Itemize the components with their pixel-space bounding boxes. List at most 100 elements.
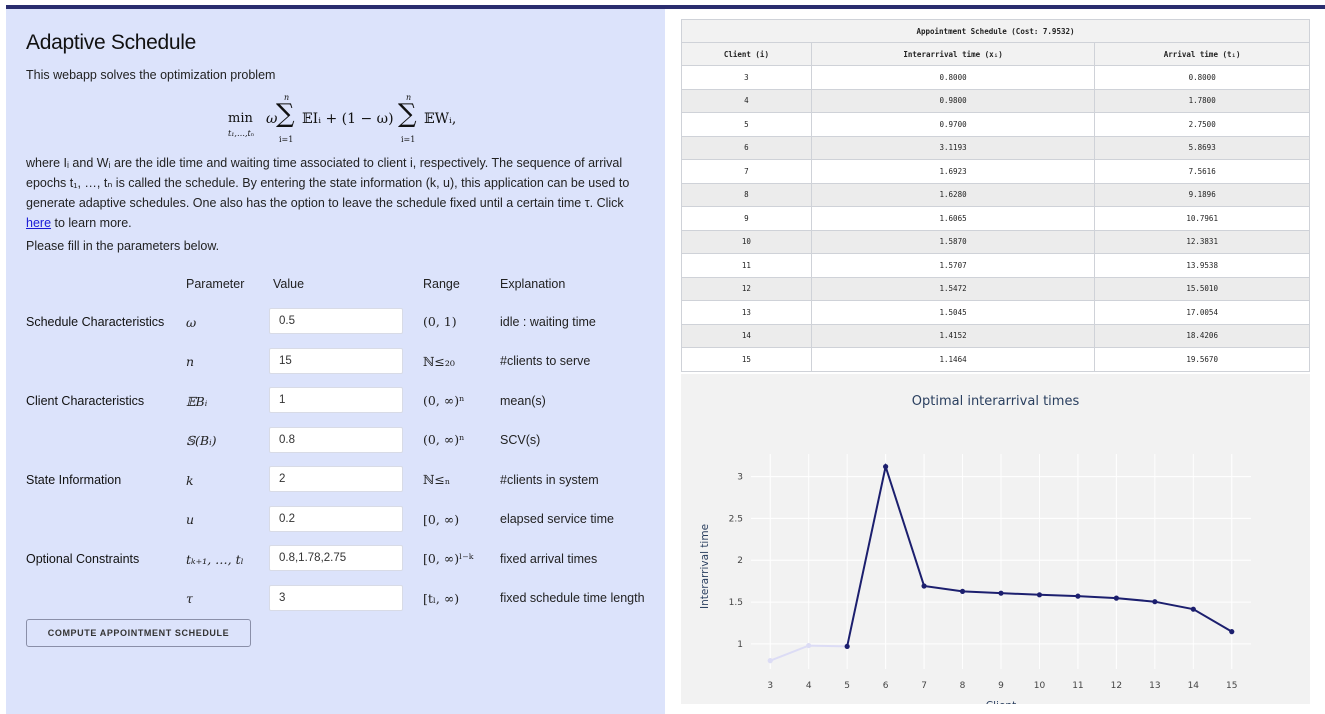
x-tick-label: 5 — [844, 681, 850, 691]
y-axis-label: Interarrival time — [699, 524, 711, 609]
cell-interarrival: 1.1464 — [810, 347, 1096, 372]
column-header-client: Client (i) — [681, 42, 812, 66]
group-state-information: State Information — [26, 473, 122, 487]
param-fixed-times-symbol: tₖ₊₁, …, tₗ — [186, 552, 244, 567]
u-input[interactable] — [269, 506, 403, 532]
cell-arrival: 0.8000 — [1094, 65, 1310, 90]
table-row: 13 1.5045 17.0054 — [681, 300, 1310, 325]
cell-client: 5 — [681, 112, 812, 137]
cell-arrival: 1.7800 — [1094, 88, 1310, 113]
param-mean-symbol: 𝔼Bᵢ — [186, 394, 208, 409]
mean-range: (0, ∞)ⁿ — [423, 393, 465, 408]
data-point — [1075, 593, 1081, 599]
cell-client: 15 — [681, 347, 812, 372]
formula-term2: 𝔼Wᵢ, — [424, 111, 457, 127]
scv-range: (0, ∞)ⁿ — [423, 432, 465, 447]
schedule-table: Appointment Schedule (Cost: 7.9532) Clie… — [681, 19, 1310, 372]
cell-client: 13 — [681, 300, 812, 325]
param-u-symbol: u — [186, 512, 195, 527]
x-tick-label: 11 — [1072, 681, 1083, 691]
intro-text: This webapp solves the optimization prob… — [26, 68, 276, 82]
cell-interarrival: 3.1193 — [810, 135, 1096, 160]
cell-arrival: 15.5010 — [1094, 276, 1310, 301]
formula-min: min — [228, 111, 253, 126]
x-tick-label: 3 — [767, 681, 773, 691]
param-k-symbol: k — [186, 473, 194, 488]
cell-client: 3 — [681, 65, 812, 90]
description-text: where Iᵢ and Wᵢ are the idle time and wa… — [26, 156, 630, 210]
data-point — [844, 643, 850, 650]
fixed-arrival-times-input[interactable] — [269, 545, 403, 571]
cell-arrival: 17.0054 — [1094, 300, 1310, 325]
fill-in-instruction: Please fill in the parameters below. — [26, 239, 220, 253]
x-tick-label: 10 — [1034, 681, 1046, 691]
omega-range: (0, 1) — [423, 314, 457, 329]
scv-explanation: SCV(s) — [500, 433, 541, 447]
cell-client: 6 — [681, 135, 812, 160]
cell-client: 8 — [681, 182, 812, 207]
data-point — [1036, 592, 1043, 598]
cell-interarrival: 0.9800 — [810, 88, 1096, 113]
fixed-data-point — [767, 658, 773, 664]
formula-sum2: ∑ — [398, 99, 417, 129]
cell-arrival: 5.8693 — [1094, 135, 1310, 160]
table-row: 4 0.9800 1.7800 — [681, 88, 1310, 113]
compute-schedule-button[interactable]: COMPUTE APPOINTMENT SCHEDULE — [26, 619, 251, 647]
x-tick-label: 14 — [1188, 681, 1200, 691]
learn-more-link[interactable]: here — [26, 216, 51, 230]
cell-interarrival: 1.5870 — [810, 229, 1096, 254]
x-tick-label: 9 — [998, 681, 1004, 691]
cell-client: 12 — [681, 276, 812, 301]
group-optional-constraints: Optional Constraints — [26, 552, 140, 566]
u-range: [0, ∞) — [423, 512, 460, 527]
group-client-characteristics: Client Characteristics — [26, 394, 145, 408]
table-row: 15 1.1464 19.5670 — [681, 347, 1310, 372]
omega-input[interactable] — [269, 308, 403, 334]
top-accent-bar — [0, 0, 1325, 9]
table-body: 3 0.8000 0.8000 4 0.9800 1.7800 5 0.9700 2.7500 6… — [681, 65, 1310, 372]
cell-arrival: 7.5616 — [1094, 159, 1310, 184]
table-row: 14 1.4152 18.4206 — [681, 323, 1310, 348]
cell-client: 11 — [681, 253, 812, 278]
fixed-times-explanation: fixed arrival times — [500, 552, 598, 566]
k-range: ℕ≤ₙ — [423, 472, 451, 487]
n-input[interactable] — [269, 348, 403, 374]
x-tick-label: 15 — [1226, 681, 1237, 691]
schedule-table-container: Appointment Schedule (Cost: 7.9532) Clie… — [681, 19, 1310, 372]
data-point — [959, 588, 966, 594]
x-tick-label: 13 — [1149, 681, 1160, 691]
x-tick-label: 7 — [921, 681, 927, 691]
description-text-end: to learn more. — [51, 216, 132, 230]
table-row: 12 1.5472 15.5010 — [681, 276, 1310, 301]
table-row: 8 1.6280 9.1896 — [681, 182, 1310, 207]
formula-sum2-bottom: i=1 — [401, 135, 416, 144]
mean-explanation: mean(s) — [500, 394, 546, 408]
param-omega-symbol: ω — [186, 315, 197, 330]
k-input[interactable] — [269, 466, 403, 492]
mean-input[interactable] — [269, 387, 403, 413]
table-row: 6 3.1193 5.8693 — [681, 135, 1310, 160]
data-point — [1113, 595, 1119, 601]
cell-interarrival: 1.5472 — [810, 276, 1096, 301]
y-tick-label: 1.5 — [729, 598, 743, 608]
cell-interarrival: 1.6923 — [810, 159, 1096, 184]
table-row: 3 0.8000 0.8000 — [681, 65, 1310, 90]
cell-arrival: 2.7500 — [1094, 112, 1310, 137]
formula-min-subscript: t₁,…,tₙ — [228, 129, 254, 138]
param-tau-symbol: τ — [186, 591, 193, 606]
tau-explanation: fixed schedule time length — [500, 591, 645, 605]
cell-interarrival: 0.9700 — [810, 112, 1096, 137]
cell-client: 10 — [681, 229, 812, 254]
y-tick-label: 1 — [737, 640, 743, 650]
scv-input[interactable] — [269, 427, 403, 453]
param-n-symbol: n — [186, 354, 195, 369]
n-explanation: #clients to serve — [500, 354, 591, 368]
x-axis-label: Client — [986, 700, 1016, 704]
group-schedule-characteristics: Schedule Characteristics — [26, 315, 165, 329]
formula-sum1-bottom: i=1 — [279, 135, 294, 144]
y-tick-label: 3 — [737, 473, 743, 483]
cell-arrival: 19.5670 — [1094, 347, 1310, 372]
tau-input[interactable] — [269, 585, 403, 611]
cell-arrival: 10.7961 — [1094, 206, 1310, 231]
cell-arrival: 18.4206 — [1094, 323, 1310, 348]
